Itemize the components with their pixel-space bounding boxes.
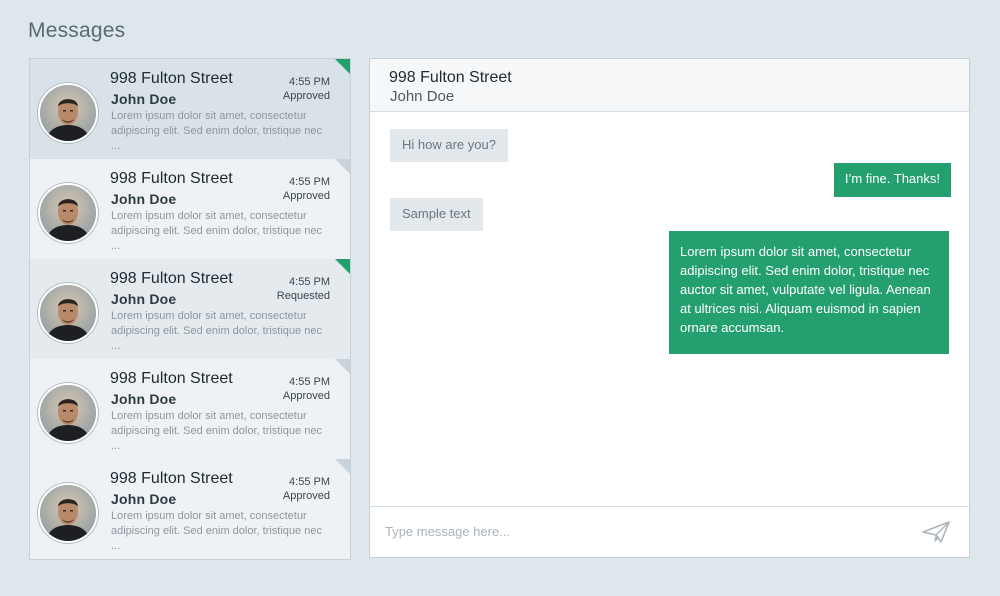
read-flag <box>335 159 350 174</box>
avatar <box>38 383 98 443</box>
status-label: Requested <box>276 290 330 302</box>
chat-contact-name: John Doe <box>390 88 455 105</box>
conversation-item[interactable]: 998 Fulton Street John Doe 4:55 PM Appro… <box>30 459 350 559</box>
incoming-message: Hi how are you? <box>390 129 508 162</box>
message-preview: Lorem ipsum dolor sit amet, consectetur … <box>111 510 322 552</box>
person-portrait-icon <box>40 385 96 441</box>
outgoing-message: Lorem ipsum dolor sit amet, consectetur … <box>669 231 949 354</box>
outgoing-message: I’m fine. Thanks! <box>833 163 951 197</box>
status-label: Approved <box>282 190 330 202</box>
person-portrait-icon <box>40 85 96 141</box>
conversation-title: 998 Fulton Street <box>110 270 233 287</box>
contact-name: John Doe <box>111 291 177 307</box>
avatar <box>38 283 98 343</box>
message-preview: Lorem ipsum dolor sit amet, consectetur … <box>111 210 322 252</box>
status-label: Approved <box>282 90 330 102</box>
message-composer <box>370 506 969 557</box>
status-label: Approved <box>282 390 330 402</box>
incoming-message: Sample text <box>390 198 483 231</box>
conversation-list: 998 Fulton Street John Doe 4:55 PM Appro… <box>29 58 351 560</box>
message-time: 4:55 PM <box>289 376 330 388</box>
conversation-item[interactable]: 998 Fulton Street John Doe 4:55 PM Appro… <box>30 159 350 259</box>
status-label: Approved <box>282 490 330 502</box>
contact-name: John Doe <box>111 391 177 407</box>
unread-flag <box>335 59 350 74</box>
contact-name: John Doe <box>111 91 177 107</box>
message-preview: Lorem ipsum dolor sit amet, consectetur … <box>111 410 322 452</box>
avatar <box>38 183 98 243</box>
conversation-item[interactable]: 998 Fulton Street John Doe 4:55 PM Appro… <box>30 59 350 159</box>
chat-panel: 998 Fulton Street John Doe Hi how are yo… <box>369 58 970 558</box>
contact-name: John Doe <box>111 491 177 507</box>
read-flag <box>335 459 350 474</box>
message-input[interactable] <box>385 520 885 542</box>
message-time: 4:55 PM <box>289 76 330 88</box>
message-preview: Lorem ipsum dolor sit amet, consectetur … <box>111 310 322 352</box>
person-portrait-icon <box>40 185 96 241</box>
avatar <box>38 83 98 143</box>
conversation-title: 998 Fulton Street <box>110 370 233 387</box>
contact-name: John Doe <box>111 191 177 207</box>
message-time: 4:55 PM <box>289 176 330 188</box>
message-preview: Lorem ipsum dolor sit amet, consectetur … <box>111 110 322 152</box>
chat-title: 998 Fulton Street <box>389 69 512 86</box>
chat-header: 998 Fulton Street John Doe <box>370 59 969 112</box>
conversation-title: 998 Fulton Street <box>110 470 233 487</box>
conversation-title: 998 Fulton Street <box>110 170 233 187</box>
conversation-item[interactable]: 998 Fulton Street John Doe 4:55 PM Appro… <box>30 359 350 459</box>
person-portrait-icon <box>40 285 96 341</box>
conversation-title: 998 Fulton Street <box>110 70 233 87</box>
page-title: Messages <box>28 19 126 42</box>
avatar <box>38 483 98 543</box>
message-time: 4:55 PM <box>289 476 330 488</box>
person-portrait-icon <box>40 485 96 541</box>
paper-plane-icon <box>922 521 950 543</box>
conversation-item[interactable]: 998 Fulton Street John Doe 4:55 PM Reque… <box>30 259 350 359</box>
send-button[interactable] <box>921 520 951 544</box>
message-time: 4:55 PM <box>289 276 330 288</box>
read-flag <box>335 359 350 374</box>
unread-flag <box>335 259 350 274</box>
